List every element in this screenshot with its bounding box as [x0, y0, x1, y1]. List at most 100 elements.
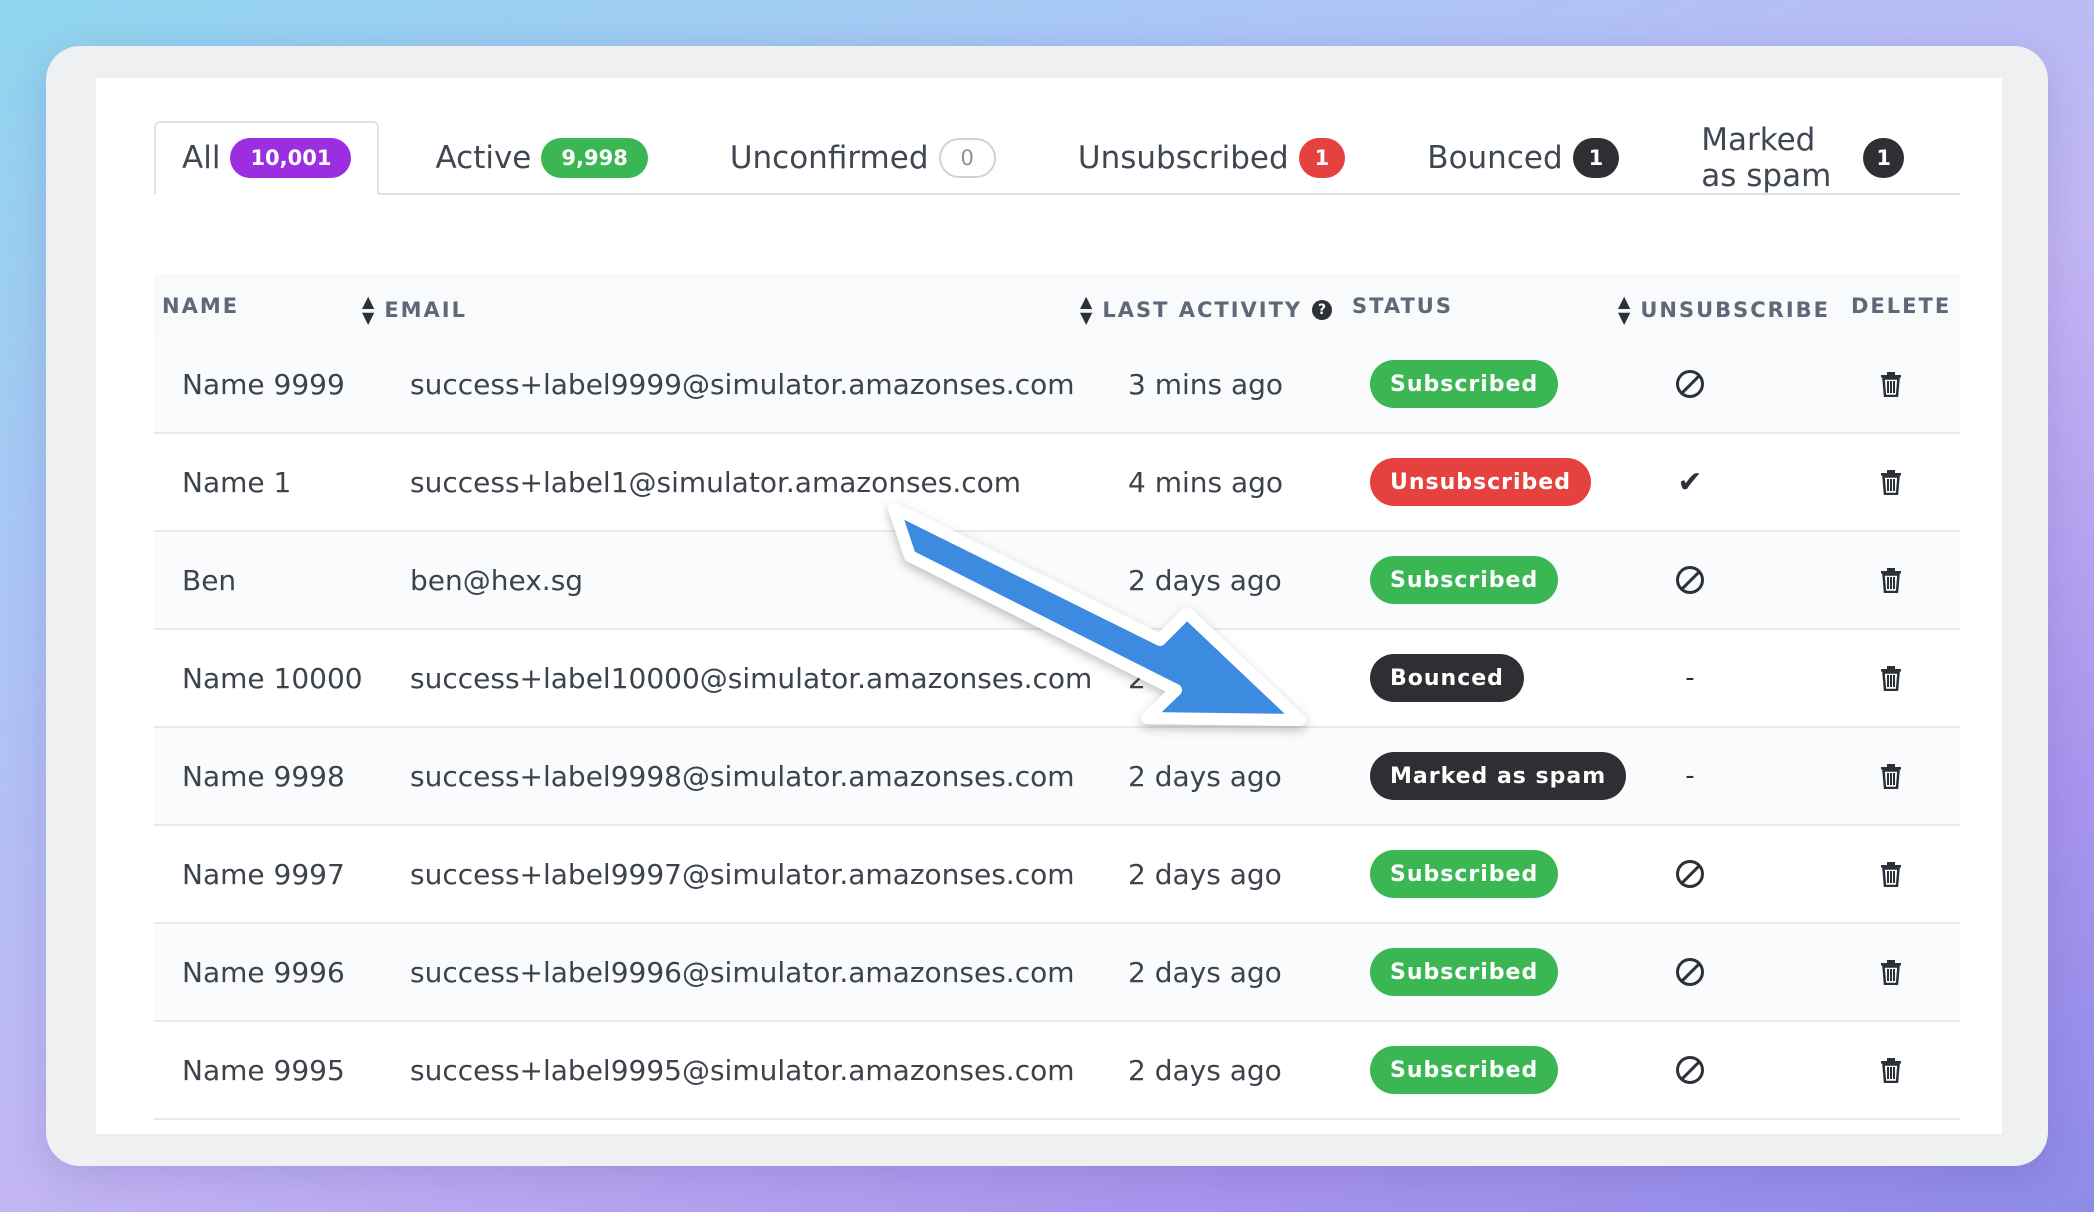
tab-label: Marked as spam [1701, 122, 1832, 194]
ban-icon[interactable] [1676, 370, 1704, 398]
sort-icon[interactable]: ▲ ▼ [362, 294, 374, 326]
name-cell: Name 9998 [182, 759, 345, 793]
email-cell: success+label9996@simulator.amazonses.co… [410, 955, 1075, 989]
status-badge: Subscribed [1370, 1046, 1559, 1094]
status-badge: Subscribed [1370, 948, 1559, 996]
count-badge: 0 [938, 138, 996, 178]
trash-icon[interactable] [1880, 469, 1902, 495]
status-cell: Bounced [1370, 630, 1524, 726]
status-tabs: All 10,001 Active 9,998 Unconfirmed 0 Un… [154, 121, 1960, 195]
trash-icon[interactable] [1880, 665, 1902, 691]
trash-icon[interactable] [1880, 861, 1902, 887]
email-cell: success+label10000@simulator.amazonses.c… [410, 661, 1093, 695]
header-label: UNSUBSCRIBE [1640, 298, 1830, 322]
column-header-email[interactable]: ▲ ▼ EMAIL [362, 294, 467, 326]
email-cell: ben@hex.sg [410, 563, 584, 597]
ban-icon[interactable] [1676, 958, 1704, 986]
email-cell: success+label1@simulator.amazonses.com [410, 465, 1022, 499]
table-row: Name 10000 success+label10000@simulator.a… [154, 630, 1960, 728]
column-header-last-activity[interactable]: ▲ ▼ LAST ACTIVITY ? [1080, 294, 1333, 326]
trash-icon[interactable] [1880, 959, 1902, 985]
count-badge: 1 [1298, 138, 1346, 178]
name-cell: Name 9996 [182, 955, 345, 989]
count-badge: 1 [1572, 138, 1620, 178]
sort-icon[interactable]: ▲ ▼ [1080, 294, 1092, 326]
name-cell: Name 10000 [182, 661, 363, 695]
count-badge: 1 [1863, 138, 1904, 178]
email-cell: success+label9997@simulator.amazonses.co… [410, 857, 1075, 891]
tab-marked-as-spam[interactable]: Marked as spam 1 [1675, 122, 1930, 194]
ban-icon[interactable] [1676, 1056, 1704, 1084]
name-cell: Ben [182, 563, 237, 597]
header-label: STATUS [1352, 294, 1453, 318]
trash-icon[interactable] [1880, 1057, 1902, 1083]
table-row: Name 9999 success+label9999@simulator.ama… [154, 336, 1960, 434]
last-activity-cell: 2 days ago [1128, 759, 1282, 793]
last-activity-cell: 3 mins ago [1128, 367, 1284, 401]
subscribers-panel: All 10,001 Active 9,998 Unconfirmed 0 Un… [96, 78, 2002, 1134]
last-activity-cell: 4 mins ago [1128, 465, 1284, 499]
delete-cell [1876, 336, 1906, 432]
help-icon[interactable]: ? [1312, 300, 1333, 320]
tab-label: Unconfirmed [729, 140, 929, 176]
last-activity-cell: 2 days ago [1128, 563, 1282, 597]
table-header: NAME ▲ ▼ EMAIL ▲ ▼ LAST ACTIVITY ? STATUS … [154, 274, 1960, 338]
unsubscribe-cell: ✔ [1672, 434, 1708, 530]
name-cell: Name 9999 [182, 367, 345, 401]
email-cell: success+label9998@simulator.amazonses.co… [410, 759, 1075, 793]
unsubscribe-cell: - [1672, 630, 1708, 726]
status-cell: Unsubscribed [1370, 434, 1591, 530]
delete-cell [1876, 1022, 1906, 1118]
status-badge: Subscribed [1370, 360, 1559, 408]
delete-cell [1876, 826, 1906, 922]
trash-icon[interactable] [1880, 763, 1902, 789]
tab-label: All [182, 140, 221, 176]
name-cell: Name 9995 [182, 1053, 345, 1087]
delete-cell [1876, 630, 1906, 726]
unsubscribe-value: - [1685, 663, 1695, 693]
trash-icon[interactable] [1880, 567, 1902, 593]
delete-cell [1876, 924, 1906, 1020]
last-activity-cell: 2 days ago [1128, 1053, 1282, 1087]
email-cell: success+label9999@simulator.amazonses.co… [410, 367, 1075, 401]
table-row: Name 9997 success+label9997@simulator.ama… [154, 826, 1960, 924]
tab-label: Active [435, 140, 532, 176]
tab-all[interactable]: All 10,001 [154, 121, 380, 195]
tab-active[interactable]: Active 9,998 [409, 123, 673, 193]
trash-icon[interactable] [1880, 371, 1902, 397]
status-badge: Marked as spam [1370, 752, 1627, 800]
status-cell: Subscribed [1370, 924, 1559, 1020]
tab-bounced[interactable]: Bounced 1 [1401, 123, 1645, 193]
last-activity-cell: 2 days ago [1128, 955, 1282, 989]
last-activity-cell: 2 d [1128, 661, 1173, 695]
status-badge: Subscribed [1370, 850, 1559, 898]
table-row: Name 9996 success+label9996@simulator.ama… [154, 924, 1960, 1022]
unsubscribe-cell: - [1672, 728, 1708, 824]
tab-unsubscribed[interactable]: Unsubscribed 1 [1052, 123, 1371, 193]
unsubscribe-cell [1672, 826, 1708, 922]
name-cell: Name 9997 [182, 857, 345, 891]
table-row: Name 9995 success+label9995@simulator.ama… [154, 1022, 1960, 1120]
sort-icon[interactable]: ▲ ▼ [1618, 294, 1630, 326]
unsubscribe-cell [1672, 336, 1708, 432]
count-badge: 10,001 [230, 138, 352, 178]
header-label: LAST ACTIVITY [1102, 298, 1303, 322]
status-cell: Subscribed [1370, 336, 1559, 432]
header-label: DELETE [1851, 294, 1952, 318]
ban-icon[interactable] [1676, 566, 1704, 594]
unsubscribe-cell [1672, 532, 1708, 628]
table-row: Name 1 success+label1@simulator.amazonses… [154, 434, 1960, 532]
table-row: Ben ben@hex.sg 2 days ago Subscribed [154, 532, 1960, 630]
tab-unconfirmed[interactable]: Unconfirmed 0 [704, 123, 1022, 193]
column-header-unsubscribe[interactable]: ▲ ▼ UNSUBSCRIBE [1618, 294, 1830, 326]
delete-cell [1876, 434, 1906, 530]
count-badge: 9,998 [541, 138, 648, 178]
tab-label: Bounced [1427, 140, 1563, 176]
ban-icon[interactable] [1676, 860, 1704, 888]
table-row: Name 9998 success+label9998@simulator.ama… [154, 728, 1960, 826]
status-cell: Subscribed [1370, 532, 1559, 628]
column-header-status: STATUS [1352, 294, 1453, 318]
header-label: NAME [162, 294, 240, 318]
name-cell: Name 1 [182, 465, 292, 499]
status-badge: Bounced [1370, 654, 1524, 702]
